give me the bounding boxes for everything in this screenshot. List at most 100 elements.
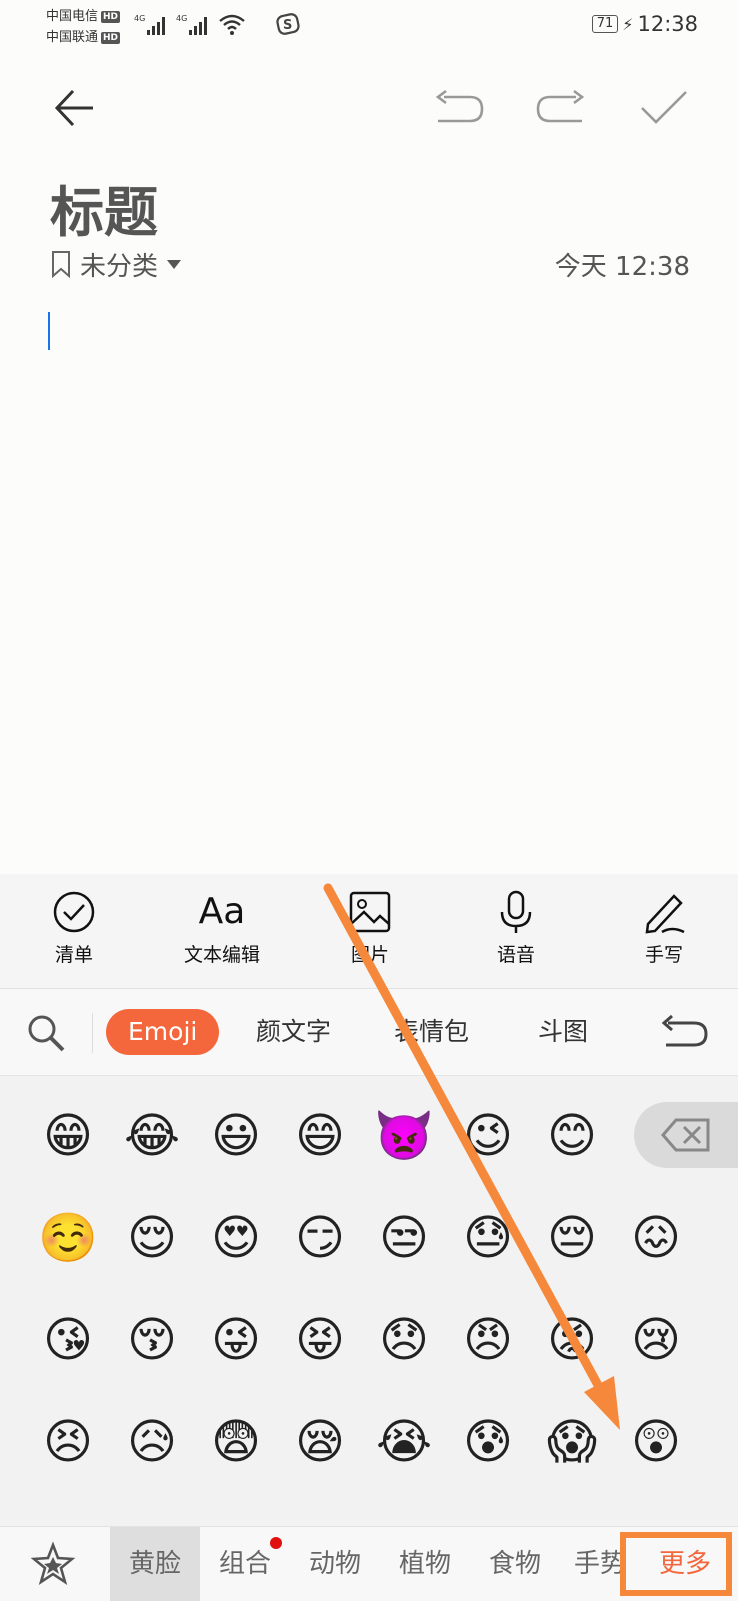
tab-kaomoji[interactable]: 颜文字 <box>256 1009 331 1055</box>
wifi-icon <box>219 14 245 35</box>
emoji-key[interactable]: 😁 <box>38 1106 98 1166</box>
svg-text:S: S <box>283 18 292 33</box>
emoji-key[interactable]: 😖 <box>626 1208 686 1268</box>
keyboard-search-button[interactable] <box>24 1011 68 1055</box>
emoji-key[interactable]: 😄 <box>290 1106 350 1166</box>
emoji-key[interactable]: 😢 <box>626 1310 686 1370</box>
tool-label: 清单 <box>54 944 93 966</box>
emoji-key[interactable]: 😘 <box>38 1310 98 1370</box>
emoji-key[interactable]: 😒 <box>374 1208 434 1268</box>
note-tools-bar: 清单 Aa 文本编辑 图片 语音 手写 <box>0 874 738 989</box>
category-tab[interactable]: 动物 <box>290 1527 380 1601</box>
emoji-key[interactable]: ☺️ <box>38 1208 98 1268</box>
emoji-key[interactable]: 😂 <box>122 1106 182 1166</box>
emoji-key[interactable]: 😱 <box>542 1412 602 1472</box>
emoji-key[interactable]: 😝 <box>290 1310 350 1370</box>
signal-icon: 4G <box>134 14 165 35</box>
tool-label: 文本编辑 <box>183 944 260 966</box>
signal-icon: 4G <box>176 14 207 35</box>
keyboard-tab-bar: Emoji 颜文字 表情包 斗图 <box>0 989 738 1076</box>
back-button[interactable] <box>44 78 104 138</box>
confirm-button[interactable] <box>634 78 694 138</box>
emoji-key[interactable]: 😌 <box>122 1208 182 1268</box>
voice-tool[interactable]: 语音 <box>456 890 576 967</box>
status-bar: 中国电信 HD 中国联通 HD 4G 4G S 71 ⚡ 12:38 <box>0 0 738 56</box>
category-tab[interactable]: 黄脸 <box>110 1527 200 1601</box>
undo-button[interactable] <box>430 78 490 138</box>
star-icon <box>30 1541 76 1586</box>
redo-icon <box>536 89 585 123</box>
emoji-key[interactable]: 😥 <box>122 1412 182 1472</box>
return-arrow-icon <box>661 1014 708 1047</box>
microphone-icon <box>500 890 532 933</box>
note-title[interactable]: 标题 <box>50 168 158 247</box>
tool-label: 手写 <box>644 944 683 966</box>
tab-divider <box>92 1013 93 1053</box>
backspace-icon <box>661 1118 710 1152</box>
status-time: 12:38 <box>637 12 698 36</box>
emoji-key[interactable]: 😡 <box>542 1310 602 1370</box>
network-type-label: 4G <box>134 14 145 23</box>
charging-icon: ⚡ <box>622 14 634 34</box>
handwriting-tool[interactable]: 手写 <box>604 890 724 967</box>
search-icon <box>28 1015 65 1052</box>
carrier-info: 中国电信 HD 中国联通 HD <box>46 6 121 48</box>
tab-stickers[interactable]: 表情包 <box>394 1009 469 1055</box>
emoji-key[interactable]: 😚 <box>122 1310 182 1370</box>
delete-key[interactable] <box>634 1102 738 1168</box>
pen-icon <box>645 894 685 934</box>
emoji-key[interactable]: 😰 <box>458 1412 518 1472</box>
emoji-key[interactable]: 😍 <box>206 1208 266 1268</box>
tab-doutu[interactable]: 斗图 <box>538 1009 588 1055</box>
sogou-icon: S <box>276 13 300 35</box>
undo-icon <box>435 89 484 123</box>
emoji-key[interactable]: 👿 <box>374 1106 434 1166</box>
checkmark-icon <box>641 91 687 124</box>
category-selector[interactable]: 未分类 <box>50 246 182 283</box>
hd-badge: HD <box>101 10 121 23</box>
emoji-key[interactable]: 😭 <box>374 1412 434 1472</box>
text-format-icon: Aa <box>198 891 246 932</box>
checklist-icon <box>53 891 95 933</box>
tool-label: 语音 <box>496 944 535 966</box>
category-tab[interactable]: 植物 <box>380 1527 470 1601</box>
emoji-key[interactable]: 😠 <box>458 1310 518 1370</box>
note-body[interactable] <box>40 300 700 840</box>
emoji-key[interactable]: 😔 <box>542 1208 602 1268</box>
back-arrow-icon <box>54 89 93 127</box>
text-edit-tool[interactable]: Aa 文本编辑 <box>162 890 282 967</box>
category-label: 未分类 <box>80 251 159 282</box>
dropdown-triangle-icon <box>167 260 182 269</box>
battery-indicator: 71 <box>591 15 619 33</box>
emoji-key[interactable]: 😜 <box>206 1310 266 1370</box>
emoji-key[interactable]: 😨 <box>206 1412 266 1472</box>
emoji-key[interactable]: 😓 <box>458 1208 518 1268</box>
image-icon <box>349 891 391 933</box>
emoji-key[interactable]: 😪 <box>290 1412 350 1472</box>
emoji-grid: 😁 😂 😃 😄 👿 😉 😊 ☺️ 😌 😍 😏 😒 😓 😔 😖 😘 😚 😜 😝 😞 😠 😡 😢 😣 😥 😨 😪 😭 😰 😱 😲 <box>0 1076 738 1526</box>
new-badge-dot <box>270 1537 282 1549</box>
emoji-key[interactable]: 😣 <box>38 1412 98 1472</box>
network-type-label: 4G <box>176 14 187 23</box>
category-tab[interactable]: 食物 <box>470 1527 560 1601</box>
favorites-button[interactable] <box>30 1541 76 1587</box>
emoji-key[interactable]: 😞 <box>374 1310 434 1370</box>
editor-toolbar <box>0 78 738 138</box>
emoji-key[interactable]: 😲 <box>626 1412 686 1472</box>
keyboard-return-button[interactable] <box>658 1011 710 1055</box>
image-tool[interactable]: 图片 <box>310 890 430 967</box>
redo-button[interactable] <box>530 78 590 138</box>
carrier-2: 中国联通 <box>46 30 99 45</box>
note-meta: 未分类 今天 12:38 <box>50 244 690 284</box>
note-timestamp: 今天 12:38 <box>554 251 690 282</box>
emoji-key[interactable]: 😉 <box>458 1106 518 1166</box>
emoji-key[interactable]: 😏 <box>290 1208 350 1268</box>
carrier-1: 中国电信 <box>46 9 99 24</box>
emoji-key[interactable]: 😊 <box>542 1106 602 1166</box>
checklist-tool[interactable]: 清单 <box>14 890 134 967</box>
bookmark-icon <box>52 251 70 278</box>
hd-badge: HD <box>101 31 121 44</box>
tab-emoji[interactable]: Emoji <box>106 1009 220 1055</box>
more-highlight-box <box>620 1532 732 1596</box>
emoji-key[interactable]: 😃 <box>206 1106 266 1166</box>
